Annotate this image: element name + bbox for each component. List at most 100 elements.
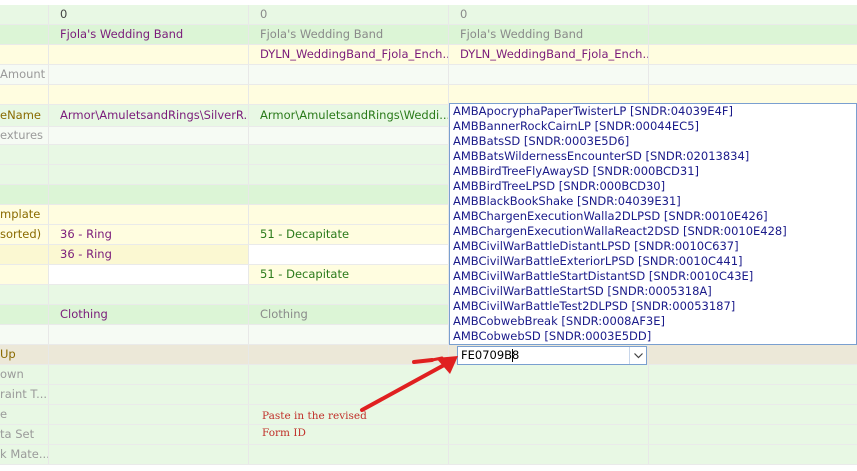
dropdown-option[interactable]: AMBCivilWarBattleDistantLPSD [SNDR:0010C… bbox=[450, 239, 856, 254]
grid-cell[interactable] bbox=[249, 345, 449, 364]
grid-cell[interactable]: DYLN_WeddingBand_Fjola_Ench... bbox=[449, 45, 649, 64]
grid-cell[interactable]: Fjola's Wedding Band bbox=[249, 25, 449, 44]
grid-cell[interactable] bbox=[249, 365, 449, 384]
grid-cell[interactable] bbox=[649, 405, 857, 424]
grid-cell[interactable] bbox=[49, 127, 249, 144]
grid-cell[interactable] bbox=[449, 365, 649, 384]
grid-row bbox=[0, 85, 857, 105]
sound-dropdown-list[interactable]: AMBApocryphaPaperTwisterLP [SNDR:04039E4… bbox=[449, 103, 857, 345]
grid-cell[interactable] bbox=[249, 445, 449, 464]
dropdown-option[interactable]: AMBCivilWarBattleExteriorLPSD [SNDR:0010… bbox=[450, 254, 856, 269]
row-label: ta Set bbox=[0, 425, 49, 444]
row-label bbox=[0, 245, 49, 264]
grid-cell[interactable] bbox=[249, 325, 449, 344]
annotation-note-line1: Paste in the revised bbox=[262, 410, 367, 422]
grid-row: e bbox=[0, 405, 857, 425]
dropdown-option[interactable]: AMBBatsSD [SNDR:0003E5D6] bbox=[450, 134, 856, 149]
grid-cell[interactable] bbox=[49, 325, 249, 344]
grid-cell[interactable] bbox=[449, 385, 649, 404]
grid-cell[interactable] bbox=[649, 385, 857, 404]
grid-cell[interactable]: Fjola's Wedding Band bbox=[449, 25, 649, 44]
grid-cell[interactable]: Clothing bbox=[49, 305, 249, 324]
grid-row: Fjola's Wedding Band Fjola's Wedding Ban… bbox=[0, 25, 857, 45]
row-label: mplate bbox=[0, 205, 49, 224]
row-label: Amount bbox=[0, 65, 49, 84]
grid-cell[interactable] bbox=[49, 285, 249, 304]
grid-cell[interactable] bbox=[249, 165, 449, 184]
grid-cell[interactable] bbox=[449, 445, 649, 464]
formid-combo-input[interactable]: FE0709B8 bbox=[457, 346, 647, 365]
grid-cell[interactable]: 36 - Ring bbox=[49, 225, 249, 244]
grid-cell[interactable] bbox=[449, 65, 649, 84]
grid-cell[interactable] bbox=[649, 5, 857, 24]
row-label bbox=[0, 45, 49, 64]
dropdown-option[interactable]: AMBCobwebBreak [SNDR:0008AF3E] bbox=[450, 314, 856, 329]
dropdown-option[interactable]: AMBBirdTreeFlyAwaySD [SNDR:000BCD31] bbox=[450, 164, 856, 179]
grid-cell[interactable] bbox=[649, 25, 857, 44]
grid-cell[interactable]: Armor\AmuletsandRings\SilverR... bbox=[49, 105, 249, 126]
grid-cell[interactable]: Clothing bbox=[249, 305, 449, 324]
grid-cell[interactable] bbox=[249, 385, 449, 404]
grid-cell[interactable] bbox=[249, 65, 449, 84]
grid-cell[interactable]: Fjola's Wedding Band bbox=[49, 25, 249, 44]
dropdown-option[interactable]: AMBChargenExecutionWallaReact2DSD [SNDR:… bbox=[450, 224, 856, 239]
grid-cell[interactable] bbox=[49, 165, 249, 184]
dropdown-option[interactable]: AMBChargenExecutionWalla2DLPSD [SNDR:001… bbox=[450, 209, 856, 224]
grid-cell[interactable] bbox=[49, 85, 249, 104]
dropdown-option[interactable]: AMBCivilWarBattleStartSD [SNDR:0005318A] bbox=[450, 284, 856, 299]
dropdown-option[interactable]: AMBCobwebSD [SNDR:0003E5DD] bbox=[450, 329, 856, 344]
dropdown-option[interactable]: AMBCivilWarBattleStartDistantSD [SNDR:00… bbox=[450, 269, 856, 284]
grid-cell[interactable] bbox=[249, 285, 449, 304]
grid-cell[interactable] bbox=[49, 345, 249, 364]
row-label: eName bbox=[0, 105, 49, 126]
grid-cell[interactable]: DYLN_WeddingBand_Fjola_Ench... bbox=[249, 45, 449, 64]
combo-value[interactable]: FE0709B8 bbox=[461, 347, 519, 364]
grid-cell[interactable]: Armor\AmuletsandRings\Weddi... bbox=[249, 105, 449, 126]
dropdown-option[interactable]: AMBBlackBookShake [SNDR:04039E31] bbox=[450, 194, 856, 209]
grid-cell[interactable] bbox=[449, 85, 649, 104]
grid-cell[interactable] bbox=[49, 45, 249, 64]
grid-cell[interactable] bbox=[249, 245, 449, 264]
grid-cell[interactable] bbox=[49, 385, 249, 404]
grid-cell[interactable] bbox=[649, 85, 857, 104]
row-label bbox=[0, 85, 49, 104]
grid-cell[interactable] bbox=[49, 145, 249, 164]
grid-cell[interactable] bbox=[649, 445, 857, 464]
row-label bbox=[0, 265, 49, 284]
grid-cell[interactable] bbox=[49, 265, 249, 284]
grid-cell[interactable] bbox=[49, 425, 249, 444]
dropdown-option[interactable]: AMBBannerRockCairnLP [SNDR:00044EC5] bbox=[450, 119, 856, 134]
grid-cell[interactable] bbox=[249, 205, 449, 224]
grid-cell[interactable] bbox=[649, 365, 857, 384]
dropdown-option[interactable]: AMBCivilWarBattleTest2DLPSD [SNDR:000531… bbox=[450, 299, 856, 314]
grid-cell[interactable] bbox=[249, 145, 449, 164]
grid-cell[interactable]: 51 - Decapitate bbox=[249, 225, 449, 244]
grid-cell[interactable] bbox=[649, 45, 857, 64]
grid-cell[interactable] bbox=[449, 405, 649, 424]
grid-cell[interactable] bbox=[649, 65, 857, 84]
grid-cell[interactable]: 36 - Ring bbox=[49, 245, 249, 264]
grid-row: own bbox=[0, 365, 857, 385]
grid-cell[interactable] bbox=[49, 365, 249, 384]
dropdown-option[interactable]: AMBBirdTreeLPSD [SNDR:000BCD30] bbox=[450, 179, 856, 194]
grid-cell[interactable] bbox=[649, 345, 857, 364]
grid-cell[interactable]: 0 bbox=[49, 5, 249, 24]
row-label bbox=[0, 5, 49, 24]
grid-cell[interactable]: 51 - Decapitate bbox=[249, 265, 449, 284]
chevron-down-icon[interactable] bbox=[629, 347, 646, 364]
grid-cell[interactable]: 0 bbox=[249, 5, 449, 24]
grid-cell[interactable] bbox=[249, 85, 449, 104]
grid-cell[interactable] bbox=[249, 185, 449, 204]
grid-cell[interactable] bbox=[449, 425, 649, 444]
row-label bbox=[0, 185, 49, 204]
dropdown-option[interactable]: AMBBatsWildernessEncounterSD [SNDR:02013… bbox=[450, 149, 856, 164]
dropdown-option[interactable]: AMBApocryphaPaperTwisterLP [SNDR:04039E4… bbox=[450, 104, 856, 119]
grid-cell[interactable] bbox=[49, 405, 249, 424]
grid-cell[interactable] bbox=[249, 127, 449, 144]
grid-cell[interactable] bbox=[49, 185, 249, 204]
grid-cell[interactable] bbox=[49, 205, 249, 224]
grid-cell[interactable] bbox=[649, 425, 857, 444]
grid-cell[interactable] bbox=[49, 445, 249, 464]
grid-cell[interactable]: 0 bbox=[449, 5, 649, 24]
grid-cell[interactable] bbox=[49, 65, 249, 84]
